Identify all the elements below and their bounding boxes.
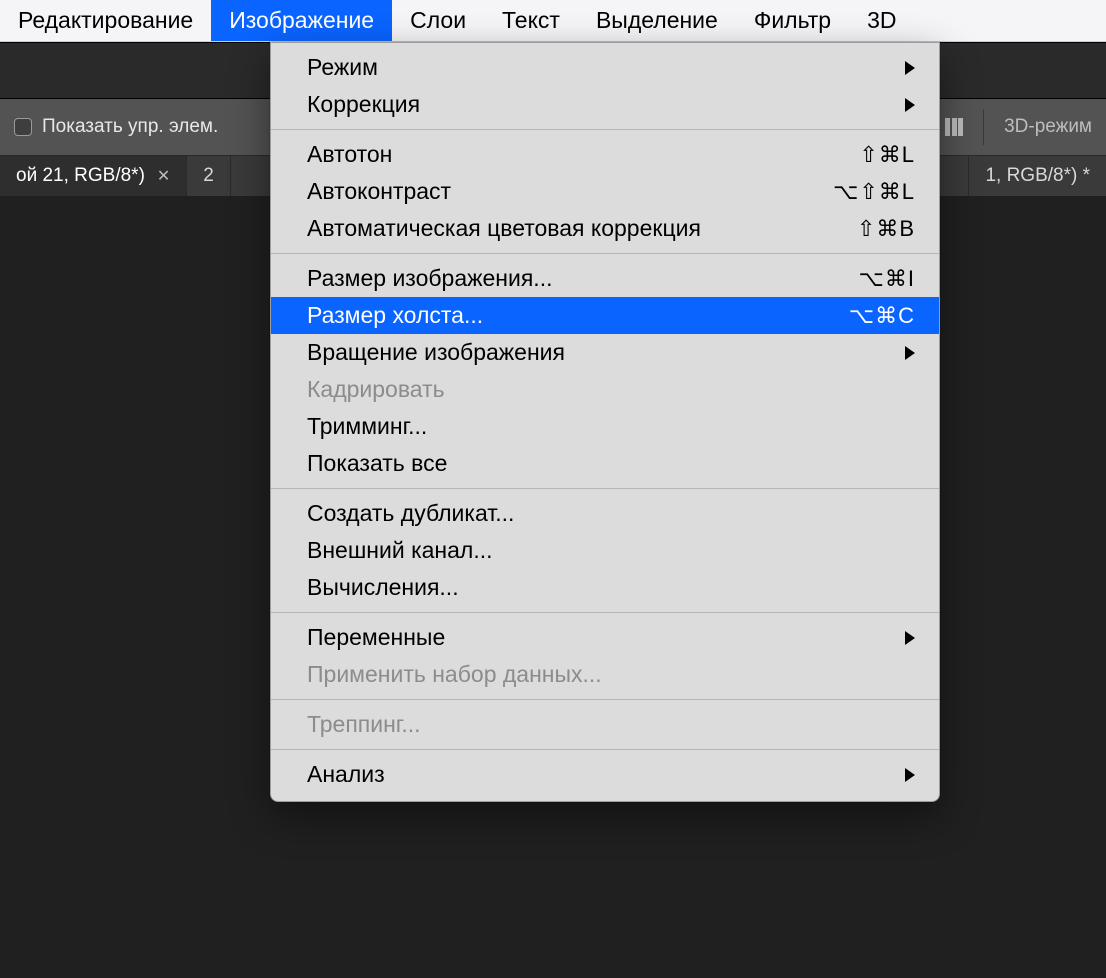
menu-item[interactable]: Автоматическая цветовая коррекция⇧⌘B — [271, 210, 939, 247]
show-controls-label: Показать упр. элем. — [42, 116, 218, 138]
menu-item[interactable]: Режим — [271, 49, 939, 86]
menu-item-label: Создать дубликат... — [307, 500, 915, 527]
chevron-right-icon — [905, 346, 915, 360]
menu-item: Применить набор данных... — [271, 656, 939, 693]
menu-separator — [271, 488, 939, 489]
chevron-right-icon — [905, 768, 915, 782]
menu-item-shortcut: ⌥⌘C — [849, 303, 915, 329]
chevron-right-icon — [905, 631, 915, 645]
menu-item-label: Применить набор данных... — [307, 661, 915, 688]
menu-item[interactable]: Анализ — [271, 756, 939, 793]
menu-item-shortcut: ⌥⌘I — [859, 266, 915, 292]
os-menubar: Редактирование Изображение Слои Текст Вы… — [0, 0, 1106, 42]
chevron-right-icon — [905, 98, 915, 112]
menu-item: Треппинг... — [271, 706, 939, 743]
show-controls-checkbox[interactable] — [14, 118, 32, 136]
menu-3d[interactable]: 3D — [849, 0, 914, 41]
chevron-right-icon — [905, 61, 915, 75]
menu-item-label: Вращение изображения — [307, 339, 905, 366]
columns-icon[interactable] — [945, 118, 963, 136]
menu-item-shortcut: ⇧⌘B — [857, 216, 915, 242]
menu-item-label: Режим — [307, 54, 905, 81]
divider — [983, 109, 984, 145]
menu-item-label: Переменные — [307, 624, 905, 651]
menu-item[interactable]: Тримминг... — [271, 408, 939, 445]
tab-title: 2 — [203, 165, 214, 187]
menu-item[interactable]: Автотон⇧⌘L — [271, 136, 939, 173]
menu-item[interactable]: Размер изображения...⌥⌘I — [271, 260, 939, 297]
tab-title: 1, RGB/8*) * — [985, 165, 1090, 187]
menu-item-label: Коррекция — [307, 91, 905, 118]
menu-item[interactable]: Автоконтраст⌥⇧⌘L — [271, 173, 939, 210]
3d-mode-label[interactable]: 3D-режим — [1004, 116, 1092, 138]
document-tab[interactable]: 2 — [187, 156, 231, 196]
menu-item[interactable]: Вращение изображения — [271, 334, 939, 371]
menu-item-shortcut: ⇧⌘L — [859, 142, 915, 168]
menu-item[interactable]: Размер холста...⌥⌘C — [271, 297, 939, 334]
menu-item[interactable]: Показать все — [271, 445, 939, 482]
menu-item-label: Автотон — [307, 141, 859, 168]
menu-item-label: Показать все — [307, 450, 915, 477]
image-menu-dropdown: РежимКоррекцияАвтотон⇧⌘LАвтоконтраст⌥⇧⌘L… — [270, 42, 940, 802]
document-tab[interactable]: ой 21, RGB/8*) ✕ — [0, 156, 187, 196]
menu-separator — [271, 699, 939, 700]
menu-text[interactable]: Текст — [484, 0, 578, 41]
menu-layers[interactable]: Слои — [392, 0, 484, 41]
menu-item-label: Треппинг... — [307, 711, 915, 738]
menu-item: Кадрировать — [271, 371, 939, 408]
menu-item-label: Автоконтраст — [307, 178, 833, 205]
menu-item-shortcut: ⌥⇧⌘L — [833, 179, 915, 205]
menu-filter[interactable]: Фильтр — [736, 0, 849, 41]
menu-item-label: Кадрировать — [307, 376, 915, 403]
menu-separator — [271, 129, 939, 130]
menu-item[interactable]: Внешний канал... — [271, 532, 939, 569]
menu-item-label: Тримминг... — [307, 413, 915, 440]
document-tab[interactable]: 1, RGB/8*) * — [968, 156, 1106, 196]
menu-separator — [271, 253, 939, 254]
tab-title: ой 21, RGB/8*) — [16, 165, 145, 187]
menu-item[interactable]: Переменные — [271, 619, 939, 656]
menu-item[interactable]: Создать дубликат... — [271, 495, 939, 532]
menu-item[interactable]: Вычисления... — [271, 569, 939, 606]
menu-item-label: Автоматическая цветовая коррекция — [307, 215, 857, 242]
menu-item-label: Размер холста... — [307, 302, 849, 329]
menu-item-label: Размер изображения... — [307, 265, 859, 292]
close-icon[interactable]: ✕ — [157, 166, 170, 186]
menu-select[interactable]: Выделение — [578, 0, 736, 41]
menu-separator — [271, 749, 939, 750]
menu-item-label: Внешний канал... — [307, 537, 915, 564]
menu-edit[interactable]: Редактирование — [0, 0, 211, 41]
menu-item[interactable]: Коррекция — [271, 86, 939, 123]
menu-image[interactable]: Изображение — [211, 0, 392, 41]
menu-item-label: Анализ — [307, 761, 905, 788]
menu-item-label: Вычисления... — [307, 574, 915, 601]
menu-separator — [271, 612, 939, 613]
